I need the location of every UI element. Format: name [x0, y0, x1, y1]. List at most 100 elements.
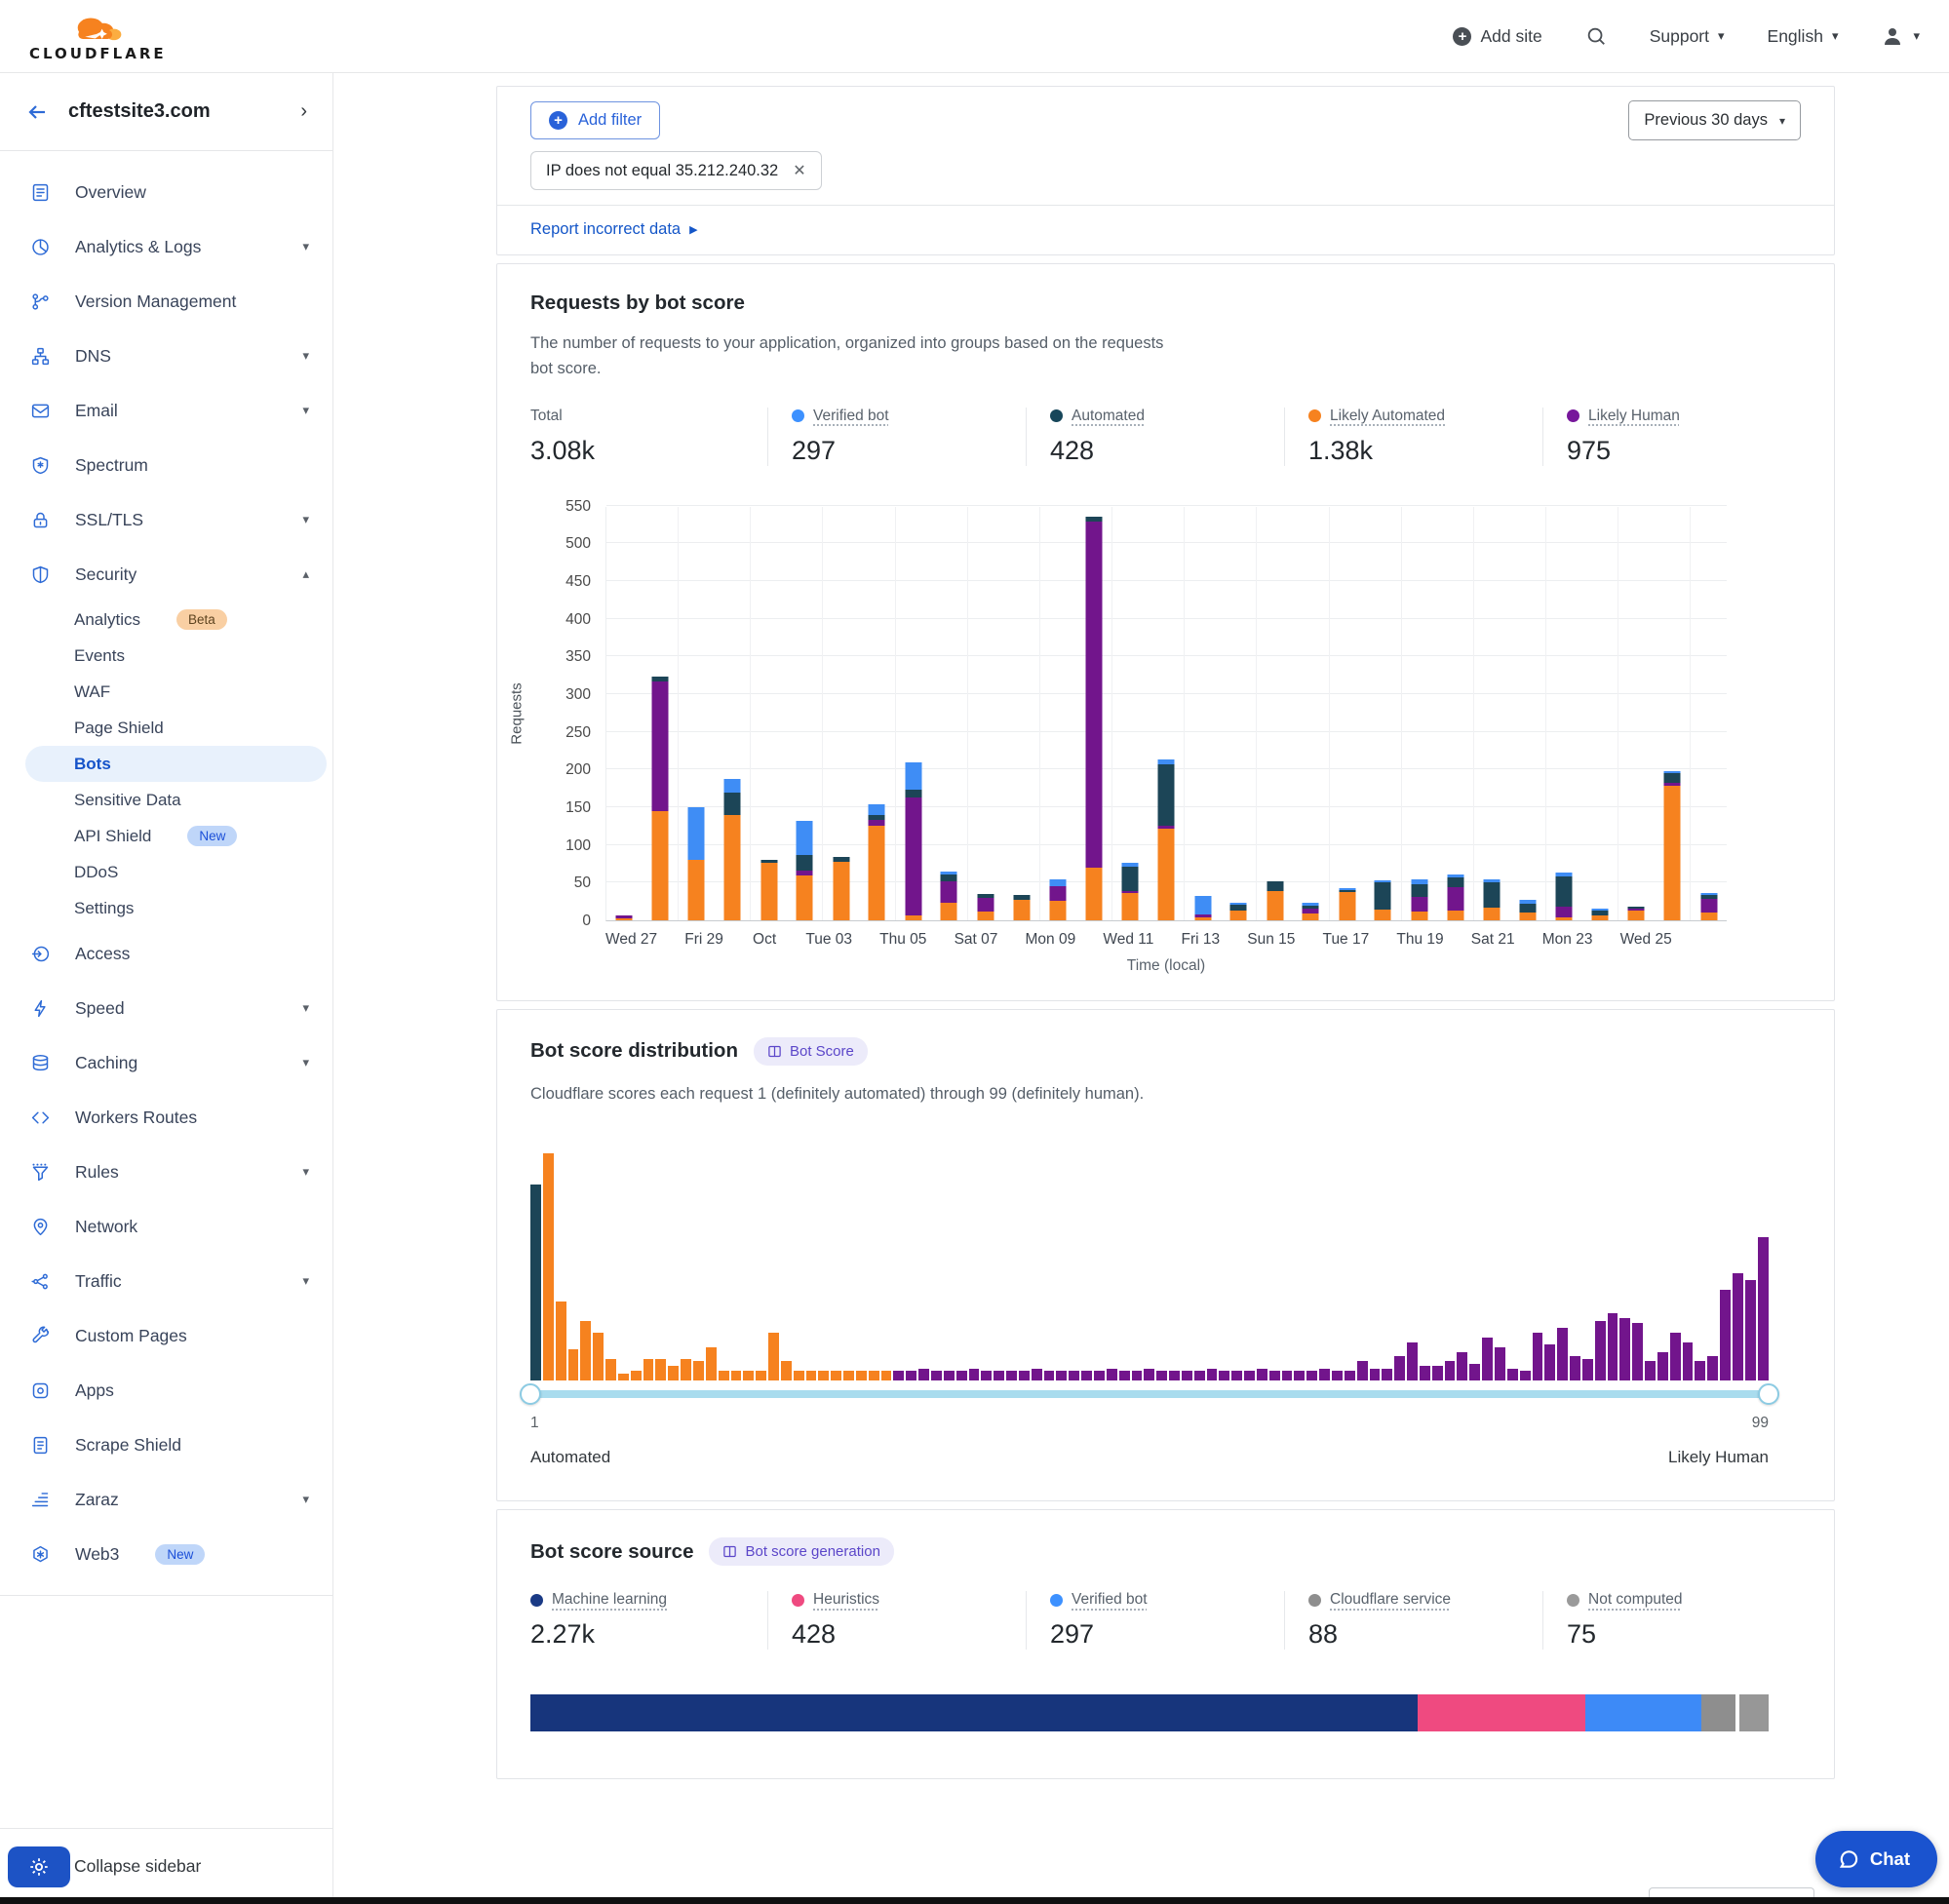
sidebar-item-web3[interactable]: Web3New: [0, 1527, 332, 1581]
chevron-right-icon[interactable]: ›: [300, 100, 307, 123]
sidebar-item-page-shield[interactable]: Page Shield: [0, 710, 332, 746]
histogram-bar-score-19: [756, 1371, 766, 1380]
sidebar-item-custom-pages[interactable]: Custom Pages: [0, 1308, 332, 1363]
user-menu[interactable]: ▾: [1881, 24, 1920, 48]
support-menu[interactable]: Support ▾: [1650, 26, 1725, 47]
sidebar-item-email[interactable]: Email▾: [0, 383, 332, 438]
cloudflare-logo[interactable]: CLOUDFLARE: [29, 12, 167, 61]
sidebar-item-dns[interactable]: DNS▾: [0, 329, 332, 383]
x-tick: Oct: [751, 931, 778, 949]
filter-chip[interactable]: IP does not equal 35.212.240.32 ✕: [530, 151, 822, 190]
version-management-icon: [29, 291, 51, 312]
new-badge: New: [155, 1544, 205, 1565]
add-filter-label: Add filter: [578, 111, 642, 130]
histogram-bar-score-70: [1394, 1356, 1405, 1380]
stat-verified-bot: Verified bot297: [767, 408, 1026, 466]
network-icon: [29, 1217, 51, 1237]
collapse-sidebar-button[interactable]: Collapse sidebar: [74, 1856, 201, 1877]
sidebar-item-traffic[interactable]: Traffic▾: [0, 1254, 332, 1308]
chevron-down-icon: ▾: [1832, 28, 1839, 44]
stacked-bar-day-18: [1230, 903, 1247, 920]
stat-label[interactable]: Verified bot: [813, 408, 889, 425]
remove-filter-icon[interactable]: ✕: [793, 161, 805, 180]
sidebar-item-events[interactable]: Events: [0, 638, 332, 674]
settings-gear-button[interactable]: [8, 1846, 70, 1887]
add-filter-button[interactable]: + Add filter: [530, 101, 660, 139]
search-icon[interactable]: [1585, 25, 1607, 47]
histogram-bar-score-64: [1319, 1369, 1330, 1380]
sidebar-item-rules[interactable]: Rules▾: [0, 1145, 332, 1199]
histogram-bar-score-81: [1533, 1333, 1543, 1380]
slider-handle-max[interactable]: [1758, 1383, 1779, 1405]
sidebar-item-api-shield[interactable]: API ShieldNew: [0, 818, 332, 854]
sidebar-item-access[interactable]: Access: [0, 926, 332, 981]
sidebar-item-spectrum[interactable]: Spectrum: [0, 438, 332, 492]
spectrum-icon: [29, 455, 51, 476]
stat-label[interactable]: Heuristics: [813, 1591, 879, 1609]
sidebar-item-settings[interactable]: Settings: [0, 890, 332, 926]
stat-likely-human: Likely Human975: [1542, 408, 1801, 466]
histogram-bar-score-51: [1156, 1371, 1167, 1380]
main-content: + Add filter Previous 30 days ▾ IP does …: [333, 73, 1949, 1904]
histogram-bar-score-63: [1306, 1371, 1317, 1380]
stat-value: 1.38k: [1308, 436, 1542, 466]
date-range-button[interactable]: Previous 30 days ▾: [1628, 100, 1801, 140]
sidebar-item-ssl-tls[interactable]: SSL/TLS▾: [0, 492, 332, 547]
sidebar-item-zaraz[interactable]: Zaraz▾: [0, 1472, 332, 1527]
stat-label[interactable]: Likely Automated: [1330, 408, 1445, 425]
slider-handle-min[interactable]: [520, 1383, 541, 1405]
sidebar-item-scrape-shield[interactable]: Scrape Shield: [0, 1418, 332, 1472]
histogram-bar-score-72: [1420, 1366, 1430, 1380]
y-tick: 500: [565, 535, 591, 553]
back-arrow-icon[interactable]: [25, 100, 49, 124]
workers-routes-icon: [29, 1107, 51, 1128]
custom-pages-icon: [29, 1326, 51, 1346]
histogram-bar-score-16: [719, 1371, 729, 1380]
report-incorrect-data-link[interactable]: Report incorrect data ▶: [530, 206, 698, 254]
stacked-bar-day-24: [1447, 874, 1463, 920]
stat-label[interactable]: Likely Human: [1588, 408, 1680, 425]
language-menu[interactable]: English ▾: [1768, 26, 1839, 47]
sidebar-item-caching[interactable]: Caching▾: [0, 1035, 332, 1090]
sidebar-item-overview[interactable]: Overview: [0, 165, 332, 219]
stat-label[interactable]: Cloudflare service: [1330, 1591, 1451, 1609]
slider-track[interactable]: [530, 1390, 1769, 1398]
histogram-bar-score-85: [1582, 1359, 1593, 1380]
sidebar-item-version-management[interactable]: Version Management: [0, 274, 332, 329]
sidebar-item-bots[interactable]: Bots: [25, 746, 327, 782]
sidebar-item-network[interactable]: Network: [0, 1199, 332, 1254]
add-site-button[interactable]: + Add site: [1453, 26, 1541, 47]
histogram-bar-score-59: [1257, 1369, 1267, 1380]
sidebar-item-waf[interactable]: WAF: [0, 674, 332, 710]
filter-card: + Add filter Previous 30 days ▾ IP does …: [496, 86, 1835, 255]
sidebar-item-analytics[interactable]: AnalyticsBeta: [0, 602, 332, 638]
x-tick: Sat 07: [955, 931, 998, 949]
histogram-bar-score-23: [806, 1371, 817, 1380]
sidebar-item-sensitive-data[interactable]: Sensitive Data: [0, 782, 332, 818]
x-tick: Thu 19: [1396, 931, 1443, 949]
cloudflare-cloud-icon: [69, 12, 126, 45]
sidebar-item-label: Version Management: [75, 291, 236, 312]
bot-score-badge[interactable]: Bot Score: [754, 1037, 868, 1066]
stat-label[interactable]: Verified bot: [1072, 1591, 1148, 1609]
stacked-bar-day-20: [1303, 903, 1319, 920]
y-tick: 550: [565, 498, 591, 516]
sidebar-item-label: Security: [75, 564, 136, 585]
sidebar-item-apps[interactable]: Apps: [0, 1363, 332, 1418]
x-tick: [1369, 931, 1396, 949]
sidebar-item-analytics-logs[interactable]: Analytics & Logs▾: [0, 219, 332, 274]
stat-label[interactable]: Machine learning: [552, 1591, 667, 1609]
histogram-bar-score-66: [1345, 1371, 1355, 1380]
sidebar-item-security[interactable]: Security▴: [0, 547, 332, 602]
sidebar-item-workers-routes[interactable]: Workers Routes: [0, 1090, 332, 1145]
report-link-label: Report incorrect data: [530, 220, 681, 239]
bot-score-generation-badge[interactable]: Bot score generation: [709, 1537, 893, 1566]
sidebar-item-ddos[interactable]: DDoS: [0, 854, 332, 890]
stat-label[interactable]: Automated: [1072, 408, 1145, 425]
chevron-down-icon: ▾: [302, 512, 309, 527]
requests-chart: Requests 0501001502002503003504004505005…: [530, 507, 1801, 921]
chat-button[interactable]: Chat: [1815, 1831, 1937, 1887]
sidebar-item-speed[interactable]: Speed▾: [0, 981, 332, 1035]
stat-label[interactable]: Not computed: [1588, 1591, 1683, 1609]
support-label: Support: [1650, 26, 1709, 47]
